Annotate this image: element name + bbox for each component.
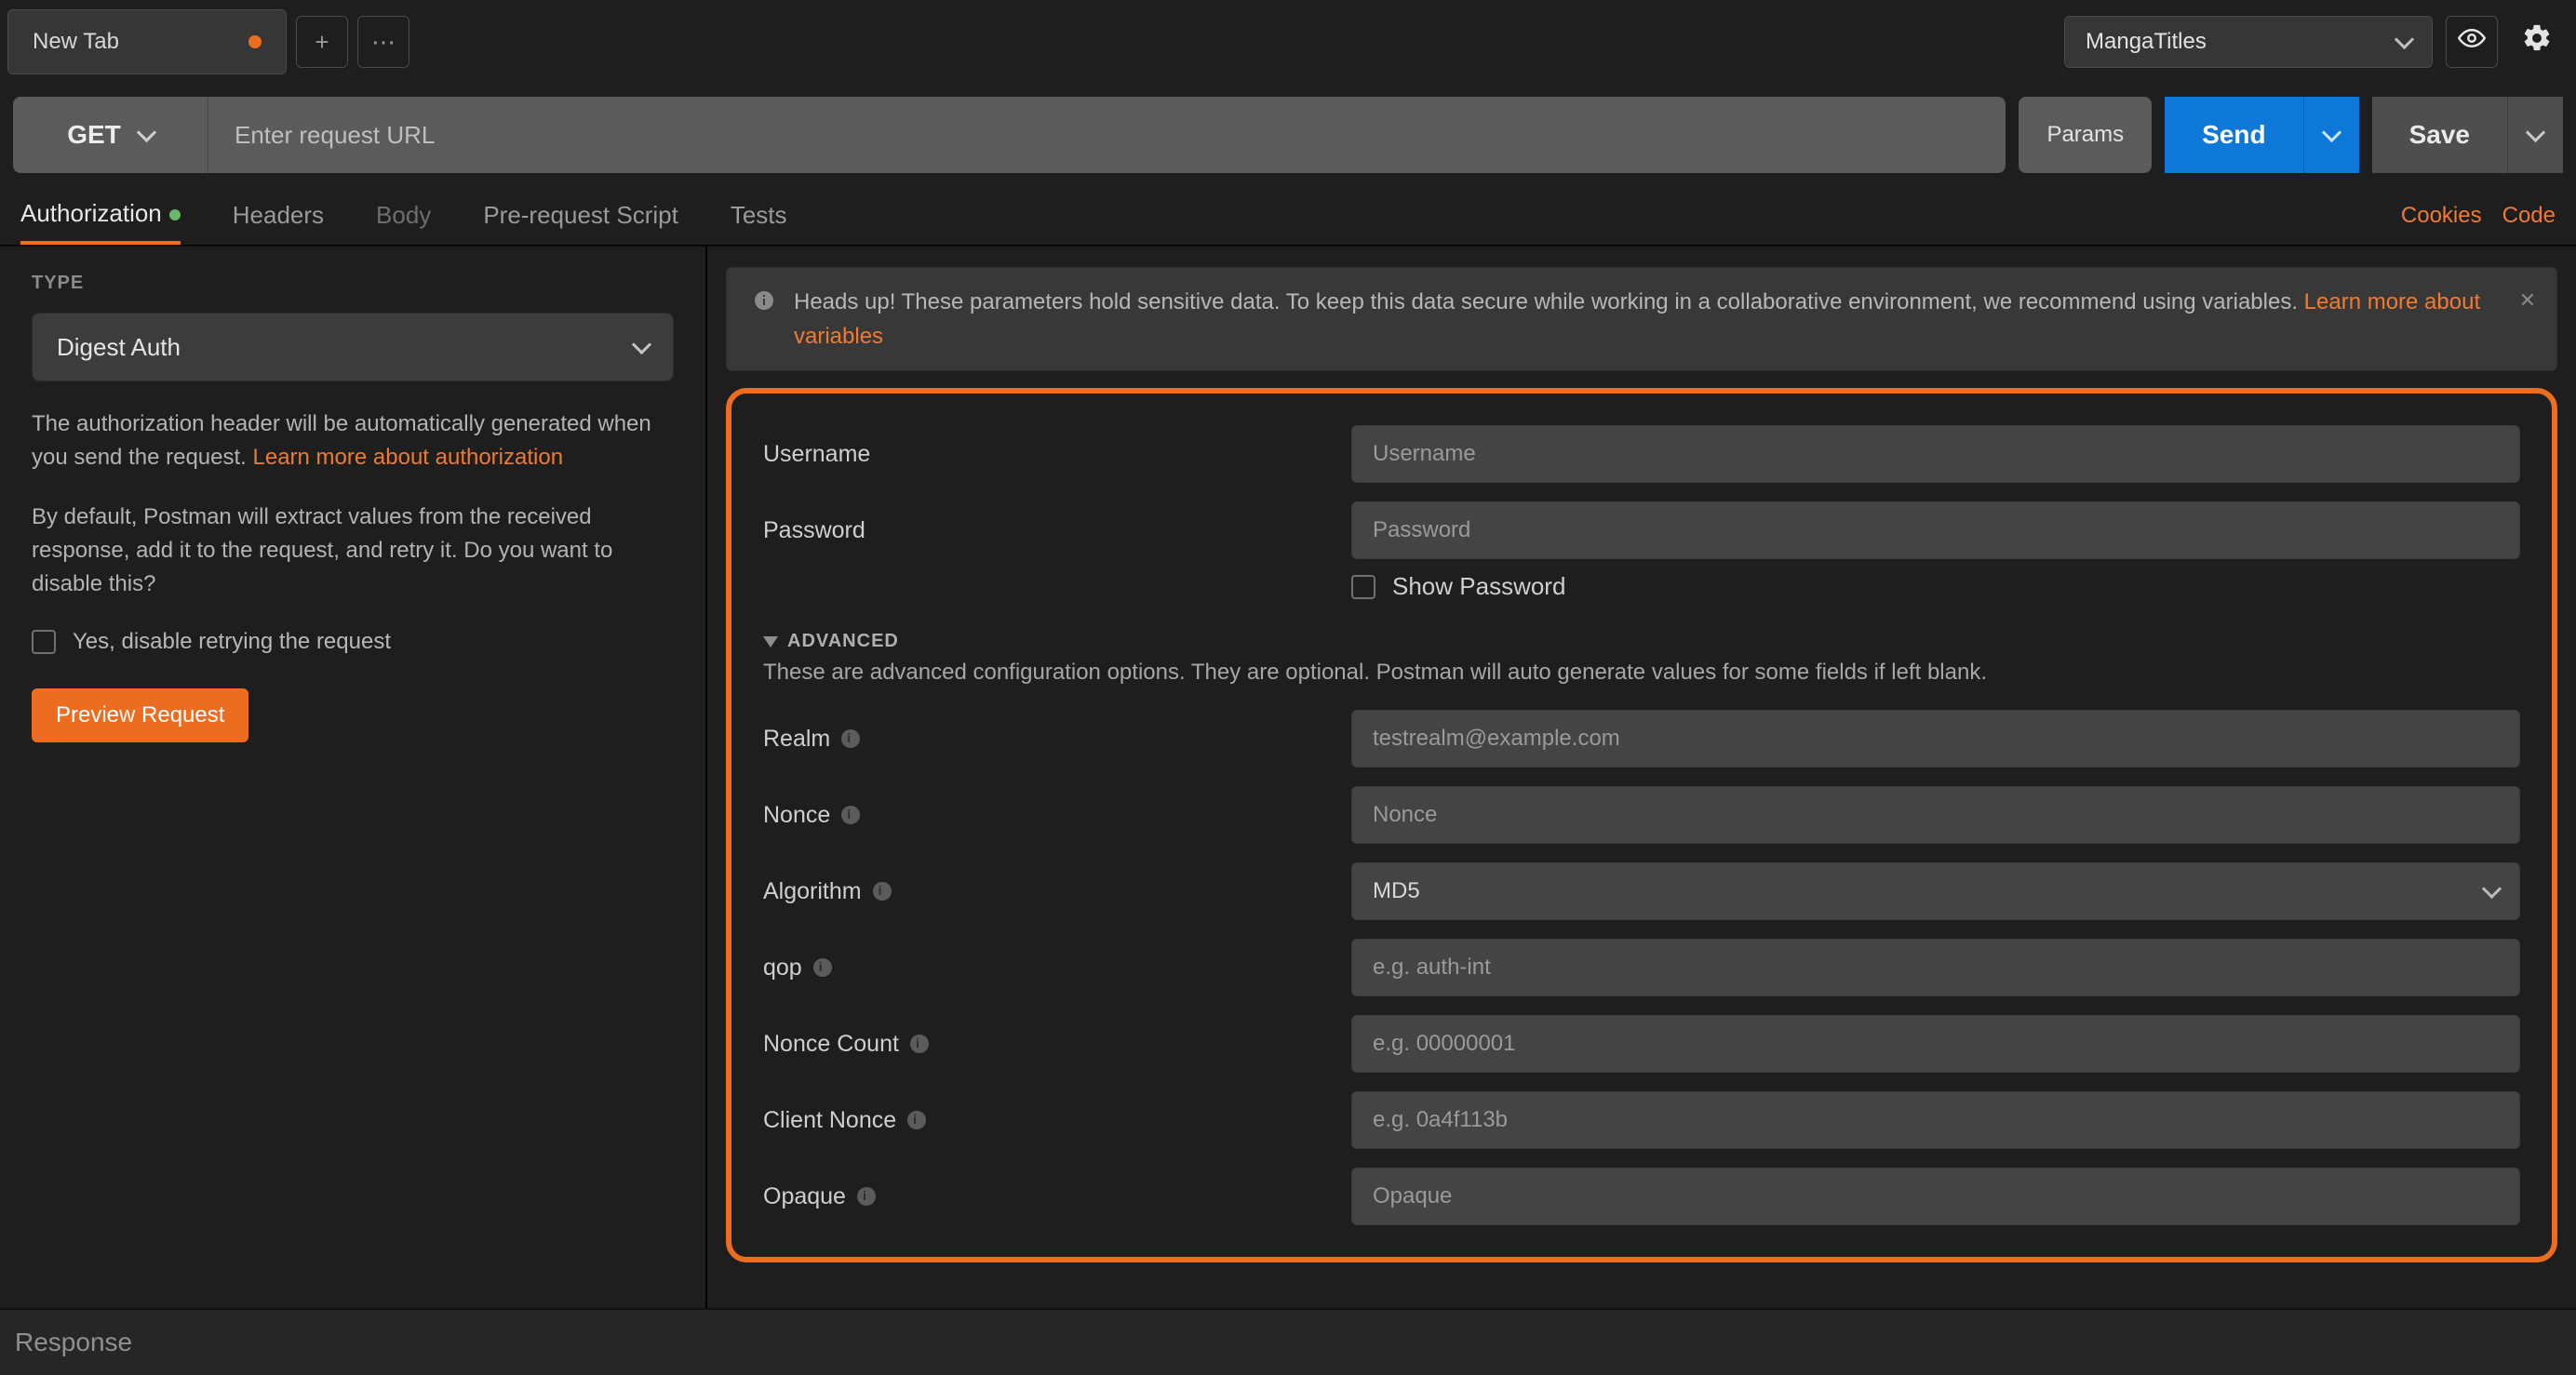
environment-quicklook-button[interactable] [2446,16,2498,68]
tab-body[interactable]: Body [376,188,431,243]
disable-retry-row: Yes, disable retrying the request [32,629,674,655]
learn-auth-link[interactable]: Learn more about authorization [253,445,564,470]
unsaved-dot-icon [248,35,262,48]
tab-label: New Tab [33,29,119,55]
auth-description: The authorization header will be automat… [32,407,674,474]
digest-auth-form: Username Password Show Password ADVANCED… [726,388,2557,1262]
request-tab[interactable]: New Tab [7,9,287,74]
info-icon [753,285,775,354]
cookies-link[interactable]: Cookies [2401,203,2482,229]
realm-label: Realm [763,726,830,753]
disable-retry-label: Yes, disable retrying the request [73,629,391,655]
send-split-button: Send [2165,97,2358,173]
environment-label: MangaTitles [2086,29,2207,55]
tab-bar: New Tab + ⋯ MangaTitles [0,0,2576,84]
chevron-down-icon [2321,122,2341,141]
algorithm-select[interactable]: MD5 [1351,862,2520,920]
chevron-down-icon [2395,29,2414,48]
type-label: TYPE [32,273,674,294]
info-icon[interactable] [841,806,860,824]
nonce-count-input[interactable] [1351,1015,2520,1073]
method-label: GET [67,120,121,150]
advanced-description: These are advanced configuration options… [763,660,2520,686]
request-subtabs: Authorization Headers Body Pre-request S… [0,186,2576,246]
method-select[interactable]: GET [13,97,208,173]
qop-label: qop [763,954,802,981]
tab-authorization[interactable]: Authorization [20,186,181,245]
auth-type-select[interactable]: Digest Auth [32,313,674,381]
send-options-button[interactable] [2303,97,2359,173]
save-button[interactable]: Save [2372,97,2507,173]
chevron-down-icon [632,334,651,354]
url-input[interactable] [208,97,2006,173]
info-icon[interactable] [910,1035,929,1053]
opaque-input[interactable] [1351,1168,2520,1225]
tab-headers[interactable]: Headers [233,188,324,243]
realm-input[interactable] [1351,710,2520,768]
auth-main-pane: Heads up! These parameters hold sensitiv… [707,247,2576,1308]
auth-body: TYPE Digest Auth The authorization heade… [0,246,2576,1308]
info-icon[interactable] [907,1111,926,1129]
send-button[interactable]: Send [2165,97,2302,173]
advanced-toggle[interactable]: ADVANCED [763,631,2520,652]
password-input[interactable] [1351,501,2520,559]
nonce-input[interactable] [1351,786,2520,844]
environment-select[interactable]: MangaTitles [2064,16,2433,68]
new-tab-button[interactable]: + [296,16,348,68]
qop-input[interactable] [1351,939,2520,996]
client-nonce-input[interactable] [1351,1091,2520,1149]
info-icon[interactable] [841,729,860,748]
gear-icon [2521,22,2553,62]
alert-close-button[interactable]: ✕ [2519,285,2536,316]
show-password-checkbox[interactable] [1351,575,1375,599]
response-label: Response [15,1328,132,1357]
retry-description: By default, Postman will extract values … [32,501,674,601]
triangle-down-icon [763,636,778,647]
algorithm-label: Algorithm [763,878,862,905]
client-nonce-label: Client Nonce [763,1107,896,1134]
sensitive-data-alert: Heads up! These parameters hold sensitiv… [726,267,2557,371]
url-box: GET [13,97,2006,173]
password-label: Password [763,517,1323,544]
response-section-header[interactable]: Response [0,1308,2576,1375]
chevron-down-icon [2526,122,2545,141]
username-input[interactable] [1351,425,2520,483]
params-button[interactable]: Params [2019,97,2152,173]
preview-request-button[interactable]: Preview Request [32,688,248,742]
ellipsis-icon: ⋯ [371,28,396,57]
show-password-label: Show Password [1392,572,1565,601]
info-icon[interactable] [873,882,892,901]
request-bar: GET Params Send Save [0,84,2576,186]
tab-tests[interactable]: Tests [731,188,787,243]
eye-icon [2458,24,2486,60]
tab-options-button[interactable]: ⋯ [357,16,409,68]
chevron-down-icon [137,122,156,141]
tab-prerequest[interactable]: Pre-request Script [483,188,678,243]
info-icon[interactable] [813,958,832,977]
opaque-label: Opaque [763,1183,846,1210]
info-icon[interactable] [857,1187,876,1206]
code-link[interactable]: Code [2502,203,2556,229]
disable-retry-checkbox[interactable] [32,630,56,654]
active-dot-icon [169,209,181,220]
nonce-label: Nonce [763,802,830,829]
nonce-count-label: Nonce Count [763,1031,899,1058]
username-label: Username [763,441,1323,468]
save-options-button[interactable] [2507,97,2563,173]
settings-button[interactable] [2511,16,2563,68]
auth-side-pane: TYPE Digest Auth The authorization heade… [0,247,707,1308]
chevron-down-icon [2482,879,2502,899]
plus-icon: + [315,28,329,57]
save-split-button: Save [2372,97,2563,173]
